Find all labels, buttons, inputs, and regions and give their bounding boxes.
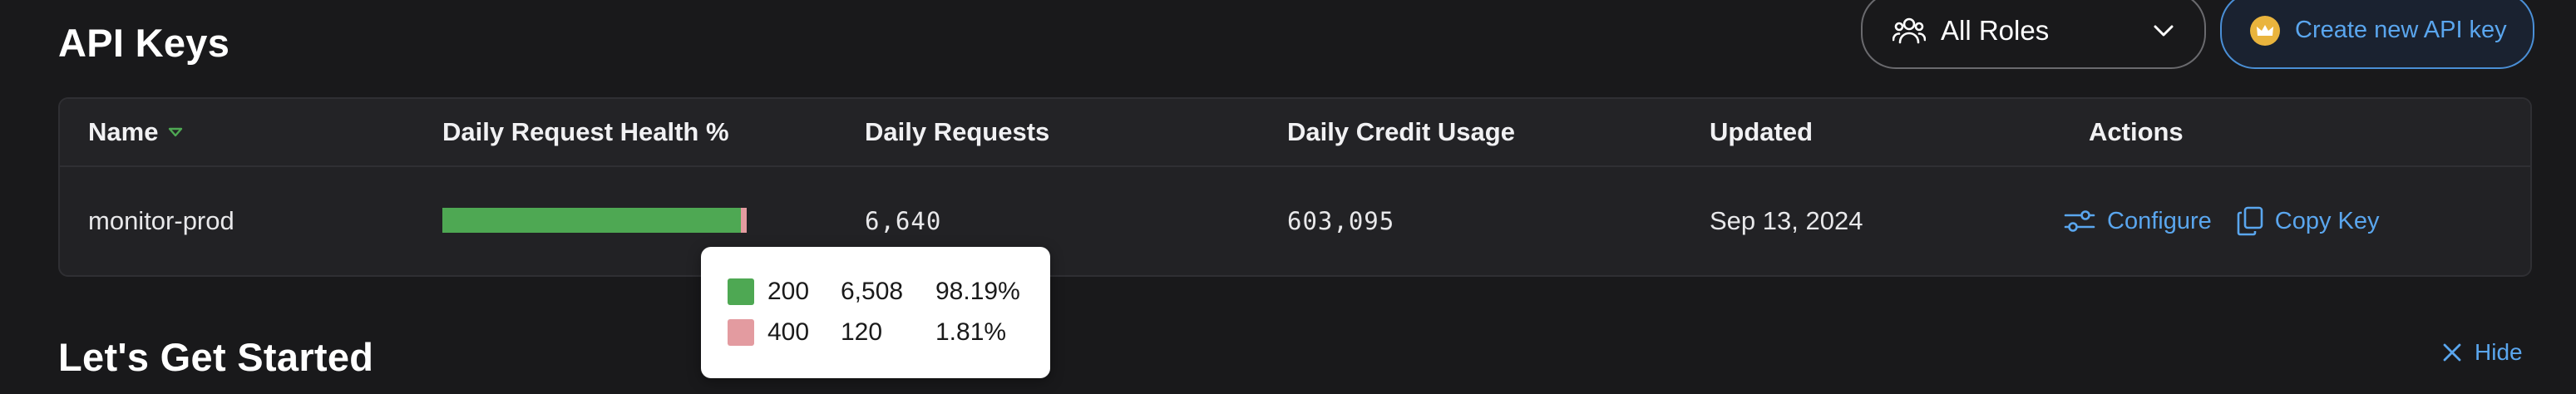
- sort-descending-icon[interactable]: [168, 126, 183, 138]
- create-api-key-label: Create new API key: [2295, 17, 2507, 43]
- status-200-swatch: [728, 278, 754, 305]
- close-icon: [2441, 342, 2463, 363]
- crown-icon: [2250, 15, 2280, 46]
- request-health-bar[interactable]: [442, 208, 747, 233]
- copy-key-label: Copy Key: [2274, 207, 2380, 234]
- hide-button[interactable]: Hide: [2441, 336, 2523, 369]
- column-header-health: Daily Request Health %: [442, 117, 729, 146]
- daily-credit-usage-value: 603,095: [1287, 207, 1395, 235]
- status-percent: 1.81%: [935, 318, 1007, 346]
- configure-label: Configure: [2107, 207, 2212, 234]
- column-header-updated: Updated: [1710, 117, 1813, 146]
- sliders-icon: [2064, 209, 2095, 234]
- configure-button[interactable]: Configure: [2064, 208, 2212, 235]
- users-icon: [1893, 16, 1926, 46]
- status-code: 400: [767, 318, 810, 346]
- page-title: API Keys: [58, 21, 230, 65]
- status-code: 200: [767, 278, 810, 305]
- table-header: Name Daily Request Health % Daily Reques…: [60, 99, 2530, 167]
- column-header-name[interactable]: Name: [88, 99, 183, 165]
- health-bar-success-segment: [442, 208, 742, 233]
- health-bar-error-segment: [741, 208, 747, 233]
- api-key-name: monitor-prod: [88, 206, 234, 235]
- roles-filter-dropdown[interactable]: All Roles: [1861, 0, 2206, 69]
- column-header-requests: Daily Requests: [865, 117, 1050, 146]
- copy-icon: [2237, 206, 2263, 236]
- api-keys-table: Name Daily Request Health % Daily Reques…: [58, 97, 2532, 277]
- column-header-label: Name: [88, 117, 159, 146]
- column-header-credit-usage: Daily Credit Usage: [1287, 117, 1515, 146]
- status-400-swatch: [728, 319, 754, 346]
- status-percent: 98.19%: [935, 278, 1020, 305]
- copy-key-button[interactable]: Copy Key: [2237, 206, 2380, 236]
- hide-label: Hide: [2475, 339, 2523, 365]
- status-count: 120: [841, 318, 883, 346]
- roles-filter-label: All Roles: [1941, 14, 2050, 46]
- health-breakdown-tooltip: 200 6,508 98.19% 400 120 1.81%: [701, 247, 1050, 378]
- column-header-actions: Actions: [2089, 117, 2184, 146]
- tooltip-row-400: 400 120 1.81%: [728, 318, 1027, 347]
- chevron-down-icon: [2153, 24, 2174, 37]
- create-api-key-button[interactable]: Create new API key: [2220, 0, 2534, 69]
- status-count: 6,508: [841, 278, 904, 305]
- getting-started-title: Let's Get Started: [58, 335, 374, 379]
- updated-date: Sep 13, 2024: [1710, 206, 1863, 235]
- tooltip-row-200: 200 6,508 98.19%: [728, 277, 1027, 307]
